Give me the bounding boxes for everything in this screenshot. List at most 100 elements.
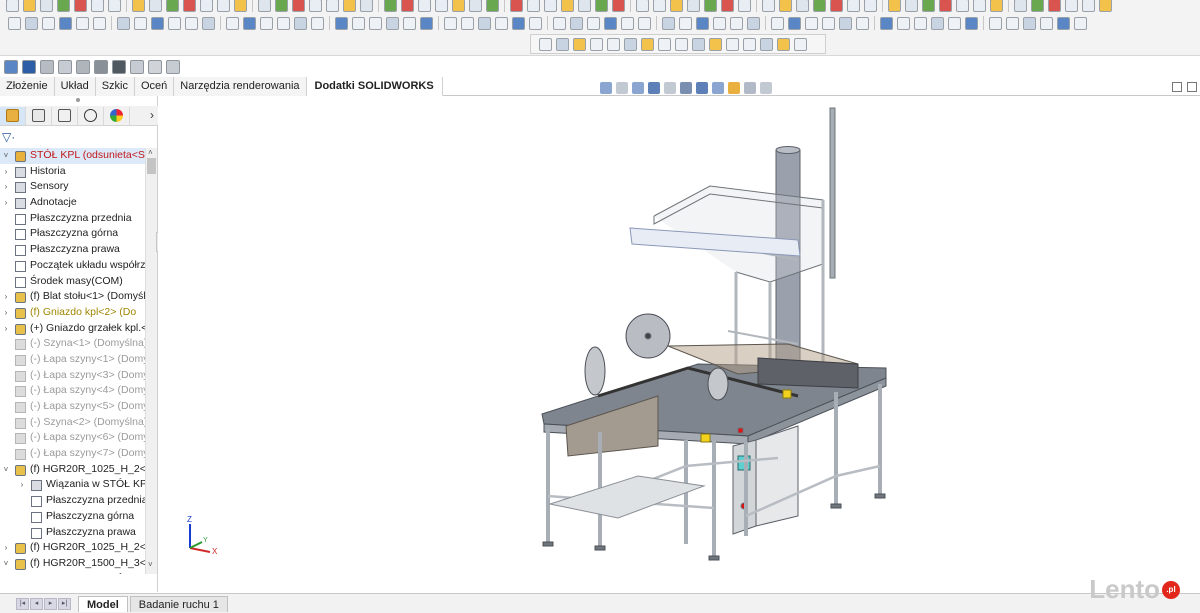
toolbar-tool-icon[interactable] bbox=[1014, 0, 1027, 12]
tree-item[interactable]: (-) Szyna<2> (Domyślna) bbox=[0, 415, 145, 431]
toolbar-tool-icon[interactable] bbox=[730, 16, 743, 30]
quick-tool-icon[interactable] bbox=[76, 60, 90, 74]
quick-tool-icon[interactable] bbox=[130, 60, 144, 74]
tree-item[interactable]: (-) Szyna<1> (Domyślna) bbox=[0, 336, 145, 352]
toolbar-tool-icon[interactable] bbox=[989, 16, 1002, 30]
view-tool-icon[interactable] bbox=[648, 81, 660, 94]
tree-item[interactable]: ˅ STÓŁ KPL (odsunieta<Sta bbox=[0, 148, 145, 164]
tree-item[interactable]: Płaszczyzna przednia bbox=[0, 211, 145, 227]
toolbar-tool-icon[interactable] bbox=[23, 0, 36, 12]
toolbar-tool-icon[interactable] bbox=[595, 0, 608, 12]
view-tool-icon[interactable] bbox=[712, 81, 724, 94]
toolbar-tool-icon[interactable] bbox=[292, 0, 305, 12]
toolbar-tool-icon[interactable] bbox=[738, 0, 751, 12]
toolbar-tool-icon[interactable] bbox=[294, 16, 307, 30]
toolbar-tool-icon[interactable] bbox=[692, 37, 705, 51]
toolbar-tool-icon[interactable] bbox=[1082, 0, 1095, 12]
tree-item[interactable]: (-) Łapa szyny<3> (Domyś bbox=[0, 368, 145, 384]
toolbar-tool-icon[interactable] bbox=[149, 0, 162, 12]
toolbar-tool-icon[interactable] bbox=[512, 16, 525, 30]
toolbar-tool-icon[interactable] bbox=[709, 37, 722, 51]
tree-item[interactable]: ˅ (f) HGR20R_1500_H_3<1> bbox=[0, 556, 145, 572]
toolbar-tool-icon[interactable] bbox=[1065, 0, 1078, 12]
toolbar-tool-icon[interactable] bbox=[510, 0, 523, 12]
toolbar-tool-icon[interactable] bbox=[624, 37, 637, 51]
toolbar-tool-icon[interactable] bbox=[553, 16, 566, 30]
toolbar-tool-icon[interactable] bbox=[956, 0, 969, 12]
toolbar-tool-icon[interactable] bbox=[384, 0, 397, 12]
toolbar-tool-icon[interactable] bbox=[922, 0, 935, 12]
expand-chevron-icon[interactable]: › bbox=[2, 305, 10, 321]
tab-motion-study[interactable]: Badanie ruchu 1 bbox=[129, 595, 228, 612]
tree-item[interactable]: Płaszczyzna górna bbox=[0, 509, 145, 525]
toolbar-tool-icon[interactable] bbox=[1048, 0, 1061, 12]
toolbar-tool-icon[interactable] bbox=[939, 0, 952, 12]
tab-layout[interactable]: Układ bbox=[54, 77, 96, 96]
toolbar-tool-icon[interactable] bbox=[335, 16, 348, 30]
first-tab-arrow-icon[interactable]: |◂ bbox=[16, 597, 29, 610]
tree-item[interactable]: Początek układu współrzę bbox=[0, 258, 145, 274]
toolbar-tool-icon[interactable] bbox=[200, 0, 213, 12]
next-tab-arrow-icon[interactable]: ▸ bbox=[44, 597, 57, 610]
toolbar-tool-icon[interactable] bbox=[91, 0, 104, 12]
tab-solidworks-addins[interactable]: Dodatki SOLIDWORKS bbox=[306, 77, 443, 96]
toolbar-tool-icon[interactable] bbox=[309, 0, 322, 12]
tree-item[interactable]: › (f) HGR20R_1025_H_2<2> bbox=[0, 540, 145, 556]
view-tool-icon[interactable] bbox=[760, 81, 772, 94]
scroll-down-arrow-icon[interactable]: ˅ bbox=[148, 560, 153, 569]
tab-evaluate[interactable]: Oceń bbox=[134, 77, 175, 96]
tree-item[interactable]: › Historia bbox=[0, 164, 145, 180]
view-tool-icon[interactable] bbox=[616, 81, 628, 94]
toolbar-tool-icon[interactable] bbox=[544, 0, 557, 12]
toolbar-tool-icon[interactable] bbox=[243, 16, 256, 30]
toolbar-tool-icon[interactable] bbox=[856, 16, 869, 30]
toolbar-tool-icon[interactable] bbox=[108, 0, 121, 12]
quick-tool-icon[interactable] bbox=[58, 60, 72, 74]
toolbar-tool-icon[interactable] bbox=[452, 0, 465, 12]
tab-assembly[interactable]: Złożenie bbox=[0, 77, 55, 96]
view-tool-icon[interactable] bbox=[632, 81, 644, 94]
toolbar-tool-icon[interactable] bbox=[687, 0, 700, 12]
toolbar-tool-icon[interactable] bbox=[360, 0, 373, 12]
toolbar-tool-icon[interactable] bbox=[93, 16, 106, 30]
scrollbar-thumb[interactable] bbox=[147, 158, 156, 174]
toolbar-tool-icon[interactable] bbox=[57, 0, 70, 12]
quick-tool-icon[interactable] bbox=[112, 60, 126, 74]
toolbar-tool-icon[interactable] bbox=[779, 0, 792, 12]
toolbar-tool-icon[interactable] bbox=[8, 16, 21, 30]
toolbar-tool-icon[interactable] bbox=[713, 16, 726, 30]
toolbar-tool-icon[interactable] bbox=[578, 0, 591, 12]
tree-item[interactable]: › Wiązania w STÓŁ KPL bbox=[0, 477, 145, 493]
toolbar-tool-icon[interactable] bbox=[183, 0, 196, 12]
tree-item[interactable]: Płaszczyzna prawa bbox=[0, 525, 145, 541]
tree-item[interactable]: (-) Łapa szyny<4> (Domyś bbox=[0, 383, 145, 399]
toolbar-tool-icon[interactable] bbox=[864, 0, 877, 12]
tree-item[interactable]: ˅ (f) HGR20R_1025_H_2<1> bbox=[0, 462, 145, 478]
quick-tool-icon[interactable] bbox=[148, 60, 162, 74]
toolbar-tool-icon[interactable] bbox=[590, 37, 603, 51]
toolbar-tool-icon[interactable] bbox=[59, 16, 72, 30]
restore-window-icon[interactable] bbox=[1172, 82, 1182, 92]
toolbar-tool-icon[interactable] bbox=[275, 0, 288, 12]
filter-icon[interactable]: ▽· bbox=[2, 130, 15, 144]
toolbar-tool-icon[interactable] bbox=[762, 0, 775, 12]
quick-tool-icon[interactable] bbox=[40, 60, 54, 74]
toolbar-tool-icon[interactable] bbox=[747, 16, 760, 30]
toolbar-tool-icon[interactable] bbox=[1023, 16, 1036, 30]
toolbar-tool-icon[interactable] bbox=[670, 0, 683, 12]
expand-chevron-icon[interactable]: › bbox=[2, 540, 10, 556]
tree-item[interactable]: › Wiązania w STÓŁ KPL bbox=[0, 572, 145, 574]
last-tab-arrow-icon[interactable]: ▸| bbox=[58, 597, 71, 610]
toolbar-tool-icon[interactable] bbox=[830, 0, 843, 12]
toolbar-tool-icon[interactable] bbox=[796, 0, 809, 12]
tree-item[interactable]: › (+) Gniazdo grzałek kpl.<1 bbox=[0, 321, 145, 337]
toolbar-tool-icon[interactable] bbox=[914, 16, 927, 30]
toolbar-tool-icon[interactable] bbox=[403, 16, 416, 30]
toolbar-tool-icon[interactable] bbox=[653, 0, 666, 12]
tree-item[interactable]: (-) Łapa szyny<5> (Domyś bbox=[0, 399, 145, 415]
toolbar-tool-icon[interactable] bbox=[539, 37, 552, 51]
toolbar-tool-icon[interactable] bbox=[604, 16, 617, 30]
quick-tool-icon[interactable] bbox=[22, 60, 36, 74]
toolbar-tool-icon[interactable] bbox=[478, 16, 491, 30]
tree-item[interactable]: › (f) Gniazdo kpl<2> (Do bbox=[0, 305, 145, 321]
